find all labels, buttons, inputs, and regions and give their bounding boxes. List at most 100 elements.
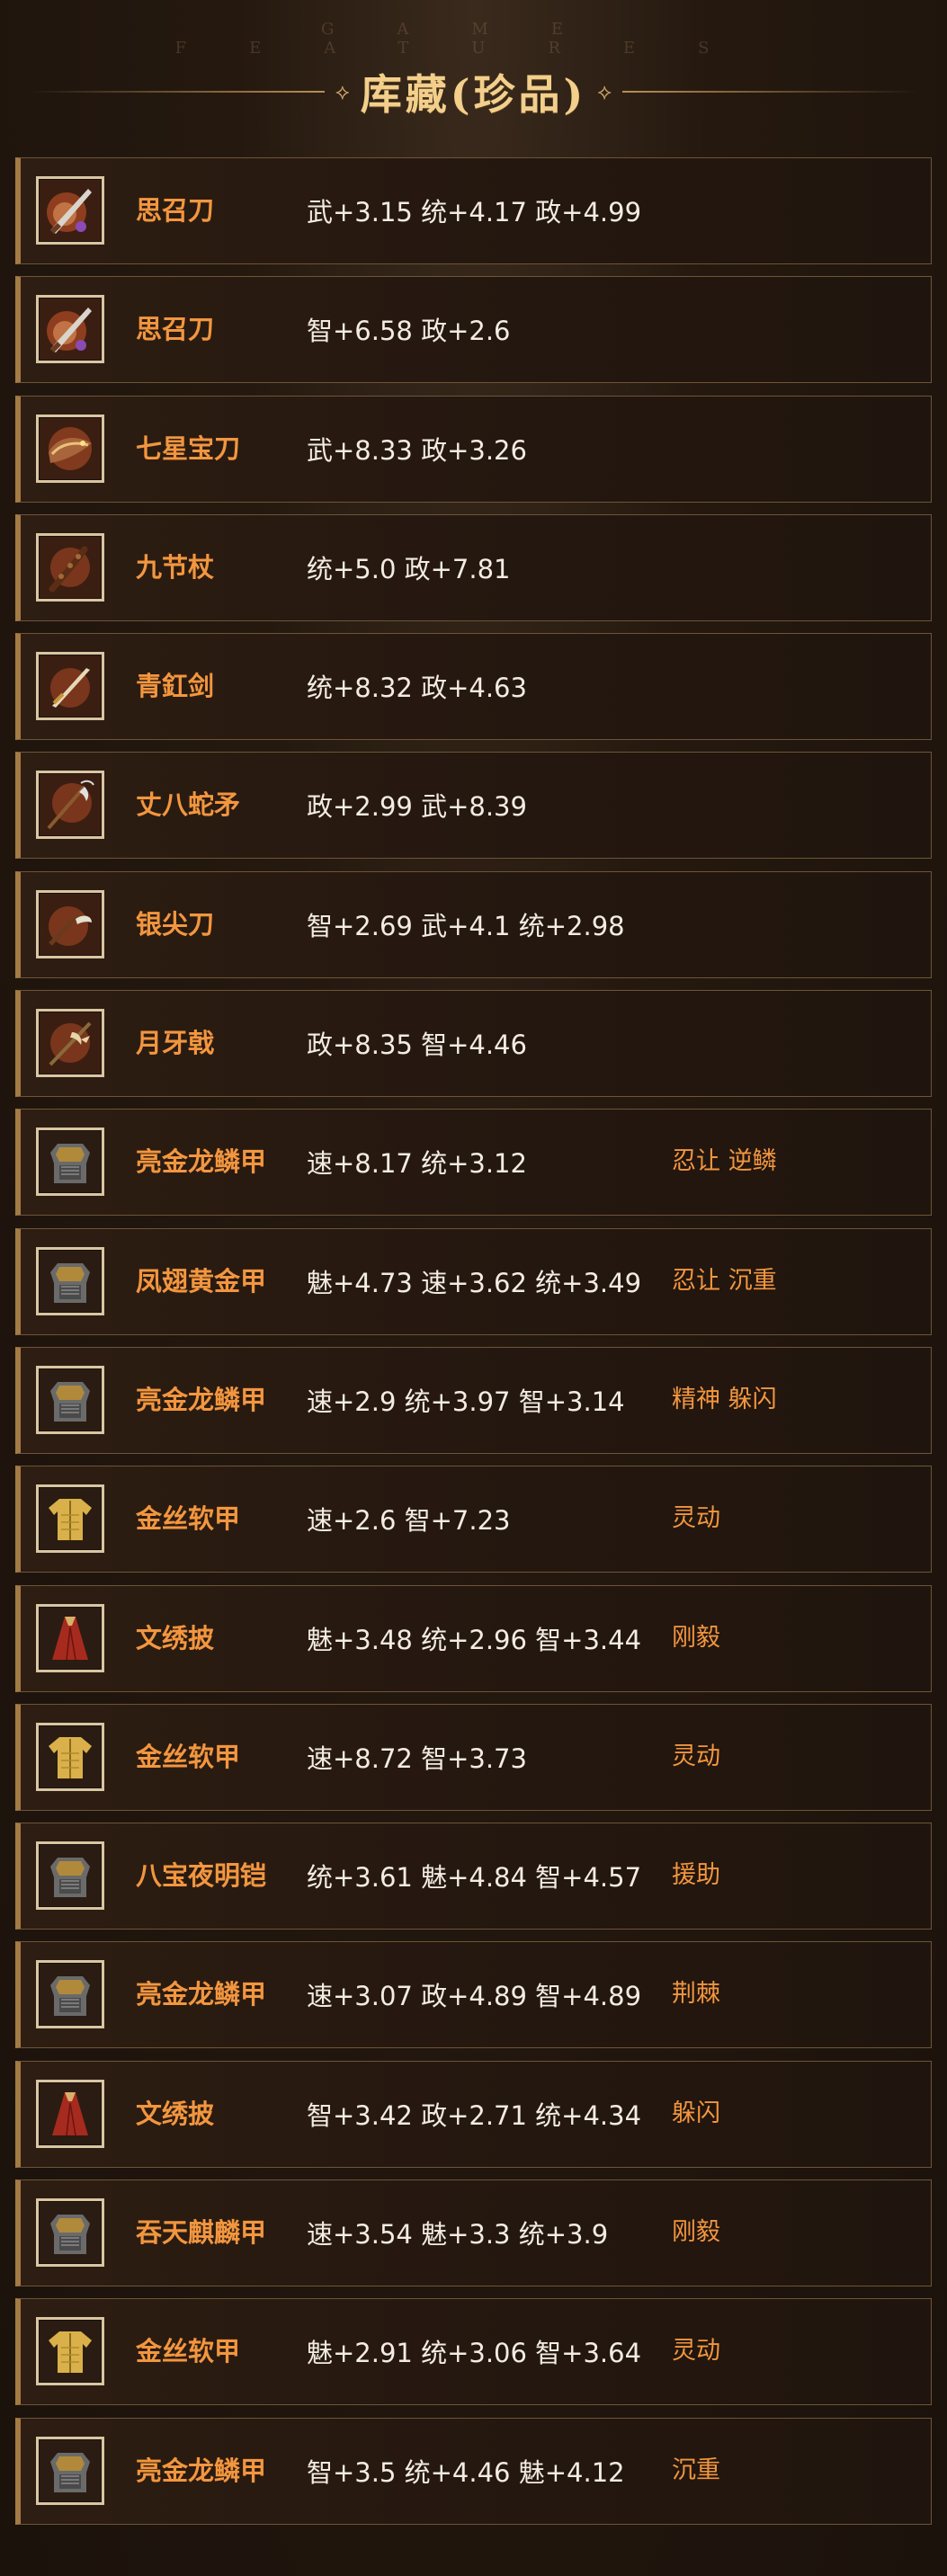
item-row[interactable]: 亮金龙鳞甲 速+8.17 统+3.12 忍让 逆鳞	[15, 1109, 932, 1217]
title-bar: ⟡ 库藏(珍品) ⟡	[0, 56, 947, 128]
staff-icon	[36, 532, 104, 602]
dragon-blade-icon	[36, 414, 104, 483]
cloak-icon	[36, 2079, 104, 2148]
item-row[interactable]: 金丝软甲 速+2.6 智+7.23 灵动	[15, 1466, 932, 1573]
vest-icon	[36, 1722, 104, 1791]
item-stats: 速+2.9 统+3.97 智+3.14	[307, 1386, 625, 1417]
armor-icon	[36, 1246, 104, 1315]
item-name: 八宝夜明铠	[136, 1860, 267, 1892]
item-skills: 躲闪	[672, 2099, 720, 2127]
item-stats: 政+2.99 武+8.39	[307, 791, 527, 823]
item-row[interactable]: 思召刀 智+6.58 政+2.6	[15, 276, 932, 384]
ornament-left-icon: ⟡	[335, 79, 350, 104]
item-name: 亮金龙鳞甲	[136, 1384, 267, 1415]
item-skills: 灵动	[672, 1742, 720, 1770]
item-row[interactable]: 亮金龙鳞甲 速+2.9 统+3.97 智+3.14 精神 躲闪	[15, 1346, 932, 1454]
item-name: 文绣披	[136, 1622, 215, 1653]
item-skills: 沉重	[672, 2456, 720, 2484]
item-skills: 忍让 逆鳞	[672, 1147, 777, 1176]
item-name: 思召刀	[136, 314, 215, 345]
ornament-right-icon: ⟡	[597, 79, 612, 104]
item-stats: 智+2.69 武+4.1 统+2.98	[307, 910, 625, 941]
spear-icon	[36, 771, 104, 840]
item-row[interactable]: 凤翅黄金甲 魅+4.73 速+3.62 统+3.49 忍让 沉重	[15, 1227, 932, 1335]
item-row[interactable]: 吞天麒麟甲 速+3.54 魅+3.3 统+3.9 刚毅	[15, 2179, 932, 2287]
item-name: 亮金龙鳞甲	[136, 1979, 267, 2010]
item-skills: 刚毅	[672, 1623, 720, 1652]
page: GAME FEATURES ⟡ 库藏(珍品) ⟡ 思召刀 武+3.15 统+4.1…	[0, 0, 947, 2576]
item-skills: 刚毅	[672, 2218, 720, 2247]
item-row[interactable]: 金丝软甲 速+8.72 智+3.73 灵动	[15, 1703, 932, 1811]
item-stats: 魅+4.73 速+3.62 统+3.49	[307, 1267, 642, 1298]
title-line-right	[622, 91, 920, 93]
item-row[interactable]: 丈八蛇矛 政+2.99 武+8.39	[15, 752, 932, 860]
item-stats: 速+3.07 政+4.89 智+4.89	[307, 1981, 642, 2012]
item-stats: 智+6.58 政+2.6	[307, 316, 511, 347]
page-title: 库藏(珍品)	[360, 70, 587, 119]
item-name: 亮金龙鳞甲	[136, 2455, 267, 2486]
item-name: 文绣披	[136, 2098, 215, 2129]
item-stats: 速+3.54 魅+3.3 统+3.9	[307, 2219, 609, 2251]
armor-icon	[36, 1128, 104, 1197]
item-name: 银尖刀	[136, 908, 215, 940]
armor-icon	[36, 1841, 104, 1911]
item-row[interactable]: 文绣披 智+3.42 政+2.71 统+4.34 躲闪	[15, 2060, 932, 2168]
item-stats: 统+5.0 政+7.81	[307, 553, 511, 584]
item-skills: 忍让 沉重	[672, 1266, 777, 1295]
title-line-left	[27, 91, 325, 93]
item-row[interactable]: 青釭剑 统+8.32 政+4.63	[15, 633, 932, 741]
vest-icon	[36, 1484, 104, 1554]
item-skills: 精神 躲闪	[672, 1385, 777, 1413]
item-list: 思召刀 武+3.15 统+4.17 政+4.99 思召刀 智+6.58 政+2.6 …	[15, 157, 932, 2536]
item-name: 凤翅黄金甲	[136, 1265, 267, 1297]
item-skills: 灵动	[672, 2337, 720, 2366]
vest-icon	[36, 2317, 104, 2386]
item-row[interactable]: 亮金龙鳞甲 智+3.5 统+4.46 魅+4.12 沉重	[15, 2417, 932, 2525]
armor-icon	[36, 1365, 104, 1434]
item-row[interactable]: 月牙戟 政+8.35 智+4.46	[15, 990, 932, 1098]
item-name: 丈八蛇矛	[136, 789, 241, 821]
item-stats: 魅+2.91 统+3.06 智+3.64	[307, 2338, 642, 2369]
item-row[interactable]: 七星宝刀 武+8.33 政+3.26	[15, 395, 932, 503]
item-name: 金丝软甲	[136, 1741, 241, 1772]
item-name: 吞天麒麟甲	[136, 2217, 267, 2249]
item-name: 九节杖	[136, 551, 215, 583]
item-stats: 统+3.61 魅+4.84 智+4.57	[307, 1862, 642, 1894]
item-stats: 武+8.33 政+3.26	[307, 434, 527, 466]
armor-icon	[36, 2198, 104, 2268]
item-stats: 统+8.32 政+4.63	[307, 673, 527, 704]
item-row[interactable]: 文绣披 魅+3.48 统+2.96 智+3.44 刚毅	[15, 1584, 932, 1692]
item-name: 金丝软甲	[136, 1503, 241, 1535]
item-name: 七星宝刀	[136, 432, 241, 464]
item-row[interactable]: 银尖刀 智+2.69 武+4.1 统+2.98	[15, 870, 932, 978]
item-row[interactable]: 思召刀 武+3.15 统+4.17 政+4.99	[15, 157, 932, 264]
cloak-icon	[36, 1603, 104, 1672]
item-stats: 速+8.17 统+3.12	[307, 1148, 527, 1180]
item-stats: 智+3.42 政+2.71 统+4.34	[307, 2099, 642, 2131]
item-row[interactable]: 九节杖 统+5.0 政+7.81	[15, 513, 932, 621]
item-name: 思召刀	[136, 195, 215, 226]
item-skills: 荆棘	[672, 1980, 720, 2009]
item-stats: 智+3.5 统+4.46 魅+4.12	[307, 2456, 625, 2488]
item-name: 金丝软甲	[136, 2336, 241, 2367]
item-row[interactable]: 金丝软甲 魅+2.91 统+3.06 智+3.64 灵动	[15, 2298, 932, 2406]
item-row[interactable]: 亮金龙鳞甲 速+3.07 政+4.89 智+4.89 荆棘	[15, 1941, 932, 2049]
item-name: 月牙戟	[136, 1028, 215, 1059]
armor-icon	[36, 2436, 104, 2505]
item-stats: 魅+3.48 统+2.96 智+3.44	[307, 1624, 642, 1655]
header: GAME FEATURES ⟡ 库藏(珍品) ⟡	[0, 0, 947, 153]
armor-icon	[36, 1960, 104, 2029]
item-skills: 灵动	[672, 1504, 720, 1533]
item-stats: 速+2.6 智+7.23	[307, 1505, 511, 1537]
glaive-icon	[36, 889, 104, 958]
item-name: 青釭剑	[136, 671, 215, 702]
sword-icon	[36, 652, 104, 721]
header-features-text: GAME FEATURES	[174, 20, 773, 58]
item-stats: 武+3.15 统+4.17 政+4.99	[307, 197, 642, 227]
halberd-icon	[36, 1009, 104, 1078]
blade-icon	[36, 295, 104, 364]
item-row[interactable]: 八宝夜明铠 统+3.61 魅+4.84 智+4.57 援助	[15, 1823, 932, 1930]
blade-icon	[36, 176, 104, 245]
item-stats: 政+8.35 智+4.46	[307, 1030, 527, 1061]
item-name: 亮金龙鳞甲	[136, 1146, 267, 1178]
